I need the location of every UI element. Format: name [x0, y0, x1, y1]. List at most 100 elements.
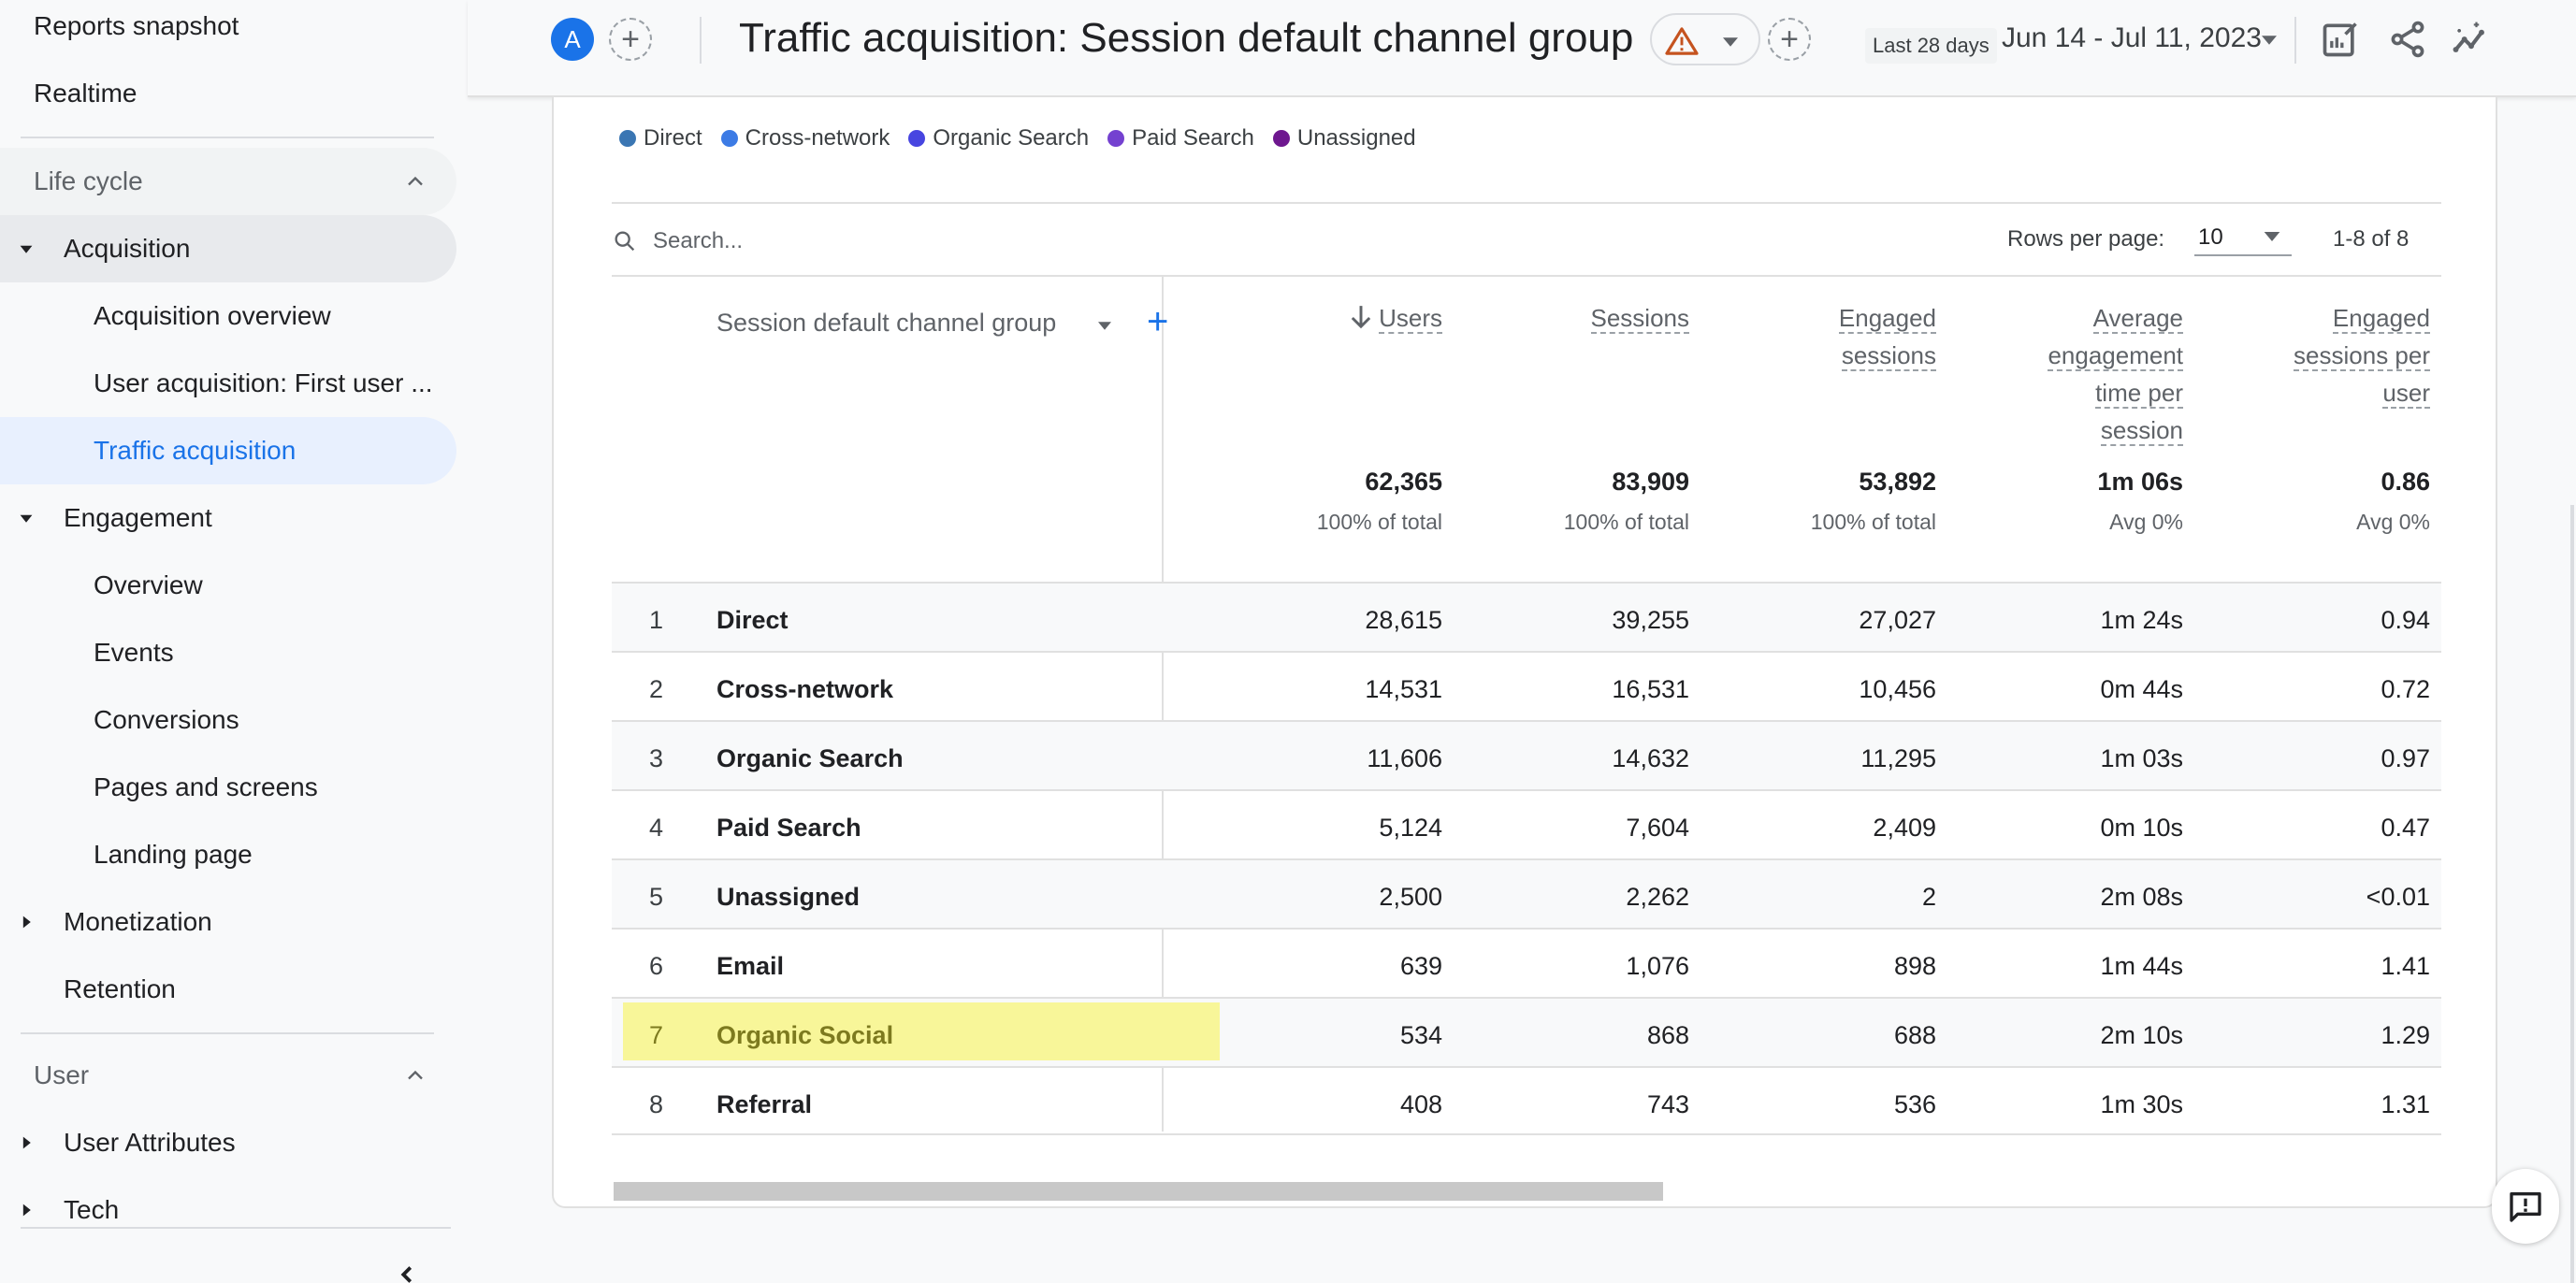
sidebar-item-user-acquisition[interactable]: User acquisition: First user ... — [0, 350, 456, 417]
table-toolbar: Rows per page: 10 1-8 of 8 — [612, 202, 2441, 277]
cell-sessions: 1,076 — [1626, 952, 1689, 980]
sidebar-item-label: Conversions — [94, 705, 239, 734]
table-row[interactable]: 4 Paid Search 5,124 7,604 2,409 0m 10s 0… — [612, 789, 2441, 858]
row-channel[interactable]: Organic Search — [716, 744, 904, 773]
sidebar-group-label: Engagement — [64, 503, 212, 532]
row-channel[interactable]: Unassigned — [716, 883, 860, 912]
column-header-sessions[interactable]: Sessions — [1474, 299, 1689, 337]
legend-item-direct[interactable]: Direct — [619, 125, 702, 151]
cell-engaged-sessions: 536 — [1893, 1090, 1936, 1118]
sidebar-group-acquisition[interactable]: Acquisition — [0, 215, 456, 282]
chart-legend: Direct Cross-network Organic Search Paid… — [619, 125, 1416, 151]
row-channel[interactable]: Direct — [716, 606, 789, 635]
sidebar-item-traffic-acquisition[interactable]: Traffic acquisition — [0, 417, 456, 484]
sidebar-group-monetization[interactable]: Monetization — [0, 888, 456, 956]
table-row[interactable]: 8 Referral 408 743 536 1m 30s 1.31 — [612, 1066, 2441, 1135]
legend-dot — [1272, 130, 1290, 147]
section-life-cycle[interactable]: Life cycle — [0, 148, 456, 215]
row-channel[interactable]: Email — [716, 952, 784, 981]
legend-label: Organic Search — [933, 125, 1090, 151]
total-value: 53,892 — [1859, 468, 1936, 496]
cell-sessions: 7,604 — [1626, 814, 1689, 842]
table-row[interactable]: 7 Organic Social 534 868 688 2m 10s 1.29 — [612, 997, 2441, 1066]
feedback-button[interactable] — [2492, 1169, 2559, 1244]
cell-sessions: 16,531 — [1612, 675, 1689, 703]
legend-item-organic-search[interactable]: Organic Search — [908, 125, 1089, 151]
sidebar-item-pages-and-screens[interactable]: Pages and screens — [0, 754, 456, 821]
legend-item-unassigned[interactable]: Unassigned — [1272, 125, 1416, 151]
caret-down-icon[interactable] — [2262, 36, 2277, 45]
caret-down-icon — [1723, 37, 1738, 47]
sidebar-item-overview[interactable]: Overview — [0, 552, 456, 619]
comparison-avatar[interactable]: A — [551, 18, 594, 61]
sidebar-item-conversions[interactable]: Conversions — [0, 686, 456, 754]
vertical-scrollbar[interactable] — [2570, 505, 2574, 1283]
date-range-picker[interactable]: Jun 14 - Jul 11, 2023 — [2002, 22, 2262, 54]
chevron-up-icon — [408, 176, 423, 186]
collapse-sidebar-icon[interactable] — [393, 1261, 421, 1283]
column-header-label: Average — [2092, 304, 2183, 334]
sidebar-item-label: Realtime — [34, 79, 137, 108]
sidebar-group-engagement[interactable]: Engagement — [0, 484, 456, 552]
sidebar-item-label: Overview — [94, 570, 203, 599]
sidebar-group-label: Monetization — [64, 907, 212, 936]
dimension-dropdown-icon[interactable] — [1098, 322, 1111, 330]
table-search-input[interactable] — [653, 223, 1214, 260]
column-header-engaged-sessions-per-user[interactable]: Engaged sessions per user — [2215, 299, 2430, 411]
section-label: User — [34, 1060, 90, 1089]
table-row[interactable]: 3 Organic Search 11,606 14,632 11,295 1m… — [612, 720, 2441, 789]
horizontal-scrollbar[interactable] — [614, 1182, 1663, 1201]
column-header-users[interactable]: Users — [1227, 299, 1442, 337]
legend-label: Paid Search — [1132, 125, 1254, 151]
cell-engaged-per-user: 0.94 — [2381, 606, 2430, 634]
column-header-engaged-sessions[interactable]: Engaged sessions — [1721, 299, 1936, 374]
sidebar-item-retention[interactable]: Retention — [0, 956, 456, 1023]
total-users: 62,365 100% of total — [1227, 468, 1442, 535]
column-header-label: Users — [1379, 304, 1442, 334]
cell-avg-engagement-time: 0m 44s — [2100, 675, 2183, 703]
add-filter-button[interactable]: + — [1768, 18, 1811, 61]
sidebar-item-reports-snapshot[interactable]: Reports snapshot — [34, 0, 239, 60]
data-quality-warning-button[interactable] — [1650, 13, 1760, 65]
table-row[interactable]: 5 Unassigned 2,500 2,262 2 2m 08s <0.01 — [612, 858, 2441, 928]
total-subtext: 100% of total — [1316, 510, 1442, 534]
cell-engaged-sessions: 10,456 — [1859, 675, 1936, 703]
dimension-header[interactable]: Session default channel group — [716, 309, 1056, 338]
sort-descending-icon — [1351, 306, 1371, 329]
row-channel[interactable]: Organic Social — [716, 1021, 893, 1050]
date-preset-label: Last 28 days — [1865, 28, 1997, 64]
sidebar-group-tech[interactable]: Tech — [0, 1176, 456, 1244]
table-row[interactable]: 2 Cross-network 14,531 16,531 10,456 0m … — [612, 651, 2441, 720]
table-row[interactable]: 1 Direct 28,615 39,255 27,027 1m 24s 0.9… — [612, 582, 2441, 651]
sidebar-item-landing-page[interactable]: Landing page — [0, 821, 456, 888]
report-card: Direct Cross-network Organic Search Paid… — [552, 97, 2497, 1208]
sidebar-group-label: Tech — [64, 1195, 120, 1224]
caret-down-icon — [2264, 232, 2280, 241]
row-channel[interactable]: Referral — [716, 1090, 812, 1119]
section-user[interactable]: User — [0, 1042, 456, 1109]
add-comparison-button[interactable]: + — [609, 18, 652, 61]
insights-icon[interactable] — [2451, 19, 2492, 60]
sidebar-item-acquisition-overview[interactable]: Acquisition overview — [0, 282, 456, 350]
row-index: 4 — [649, 814, 664, 842]
legend-item-paid-search[interactable]: Paid Search — [1107, 125, 1254, 151]
column-header-avg-engagement-time[interactable]: Average engagement time per session — [1968, 299, 2183, 449]
cell-engaged-sessions: 27,027 — [1859, 606, 1936, 634]
add-dimension-button[interactable]: + — [1147, 303, 1168, 340]
sidebar-group-label: User Attributes — [64, 1128, 236, 1157]
share-icon[interactable] — [2387, 19, 2428, 60]
sidebar-item-events[interactable]: Events — [0, 619, 456, 686]
sidebar-group-user-attributes[interactable]: User Attributes — [0, 1109, 456, 1176]
sidebar-divider — [21, 1032, 434, 1034]
legend-item-cross-network[interactable]: Cross-network — [720, 125, 890, 151]
row-channel[interactable]: Cross-network — [716, 675, 893, 704]
customize-report-icon[interactable] — [2320, 19, 2361, 60]
table-row[interactable]: 6 Email 639 1,076 898 1m 44s 1.41 — [612, 928, 2441, 997]
app: Reports snapshot Realtime Life cycle Acq… — [0, 0, 2576, 1283]
sidebar-item-label: Acquisition overview — [94, 301, 331, 330]
row-channel[interactable]: Paid Search — [716, 814, 861, 843]
rows-per-page-select[interactable]: 10 — [2194, 219, 2292, 256]
warning-icon — [1665, 27, 1699, 55]
caret-right-icon — [22, 1136, 31, 1149]
sidebar-item-realtime[interactable]: Realtime — [34, 60, 137, 127]
